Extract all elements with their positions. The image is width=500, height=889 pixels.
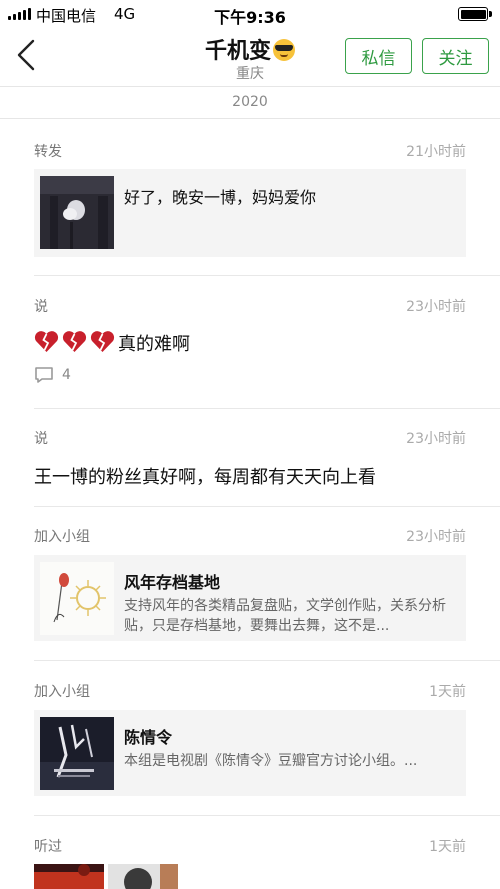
divider bbox=[0, 118, 500, 119]
broken-heart-icon bbox=[90, 331, 115, 352]
battery-icon bbox=[458, 7, 492, 21]
post-text: 真的难啊 bbox=[34, 330, 190, 356]
user-name: 千机变 bbox=[204, 39, 271, 64]
feed-time: 21小时前 bbox=[406, 144, 466, 160]
group-avatar bbox=[40, 717, 114, 790]
sunglasses-emoji-icon bbox=[273, 39, 295, 61]
group-avatar bbox=[40, 562, 114, 635]
post-text-content: 真的难啊 bbox=[118, 334, 190, 355]
comment-icon bbox=[35, 367, 53, 383]
repost-card[interactable]: 好了，晚安一博，妈妈爱你 bbox=[34, 169, 466, 257]
divider bbox=[34, 660, 500, 661]
nav-bar: 千机变 重庆 私信 关注 bbox=[0, 28, 500, 86]
feed-time: 23小时前 bbox=[406, 299, 466, 315]
feed-action-label: 说 bbox=[34, 299, 48, 315]
feed-action-label: 听过 bbox=[34, 839, 62, 855]
broken-heart-icon bbox=[34, 331, 59, 352]
feed-action-label: 加入小组 bbox=[34, 529, 90, 545]
feed-action-label: 加入小组 bbox=[34, 684, 90, 700]
group-card[interactable]: 风年存档基地 支持风年的各类精品复盘贴，文学创作贴，关系分析贴，只是存档基地，要… bbox=[34, 555, 466, 641]
follow-button[interactable]: 关注 bbox=[422, 38, 489, 74]
divider bbox=[34, 506, 500, 507]
message-button[interactable]: 私信 bbox=[345, 38, 412, 74]
feed-time: 23小时前 bbox=[406, 529, 466, 545]
feed-time: 23小时前 bbox=[406, 431, 466, 447]
music-cover[interactable] bbox=[108, 864, 178, 889]
group-card[interactable]: 陈情令 本组是电视剧《陈情令》豆瓣官方讨论小组。... bbox=[34, 710, 466, 796]
feed-time: 1天前 bbox=[429, 684, 466, 700]
group-description: 本组是电视剧《陈情令》豆瓣官方讨论小组。... bbox=[124, 753, 418, 769]
group-description: 支持风年的各类精品复盘贴，文学创作贴，关系分析贴，只是存档基地，要舞出去舞，这不… bbox=[124, 598, 446, 634]
repost-text: 好了，晚安一博，妈妈爱你 bbox=[124, 188, 317, 207]
comment-button[interactable]: 4 bbox=[34, 366, 71, 384]
year-header: 2020 bbox=[232, 94, 268, 110]
group-name: 风年存档基地 bbox=[124, 573, 221, 592]
status-time: 下午9:36 bbox=[214, 8, 286, 27]
divider bbox=[34, 408, 500, 409]
repost-thumbnail bbox=[40, 176, 114, 249]
post-text: 王一博的粉丝真好啊，每周都有天天向上看 bbox=[34, 467, 376, 488]
broken-heart-icon bbox=[62, 331, 87, 352]
feed-action-label: 说 bbox=[34, 431, 48, 447]
divider bbox=[34, 275, 500, 276]
music-cover[interactable] bbox=[34, 864, 104, 889]
divider bbox=[34, 815, 500, 816]
feed-time: 1天前 bbox=[429, 839, 466, 855]
divider bbox=[0, 86, 500, 87]
status-bar: 中国电信 4G 下午9:36 bbox=[0, 0, 500, 28]
group-name: 陈情令 bbox=[124, 728, 173, 747]
feed-action-label: 转发 bbox=[34, 144, 62, 160]
comment-count: 4 bbox=[62, 367, 71, 383]
